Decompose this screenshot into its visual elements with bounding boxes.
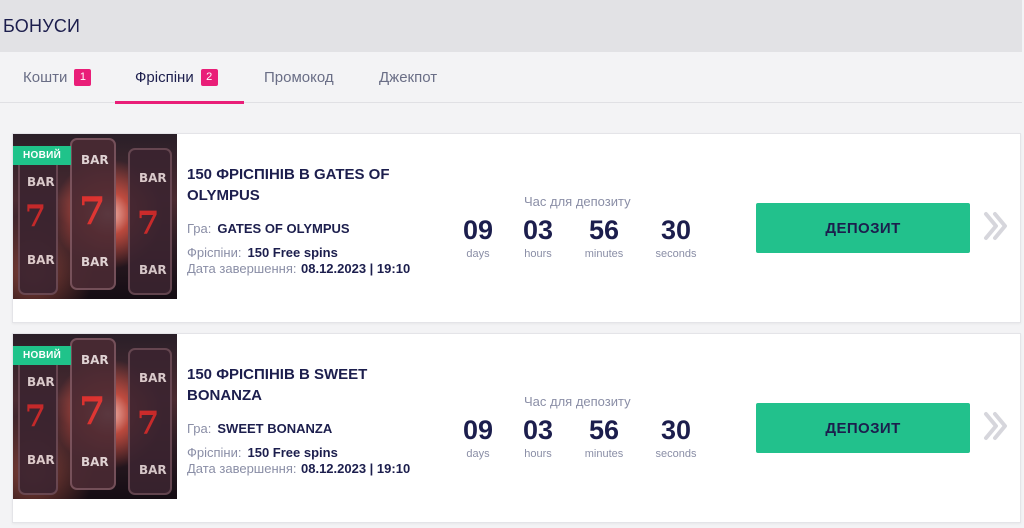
deposit-timer-label: Час для депозиту [524,194,631,209]
end-date-value: 08.12.2023 | 19:10 [301,261,411,276]
spins-label: Фріспіни: [187,445,242,460]
end-date-row: Дата завершення: 08.12.2023 | 19:10 [187,460,427,478]
page-title: БОНУСИ [3,16,81,36]
spins-value: 150 Free spins [247,245,338,260]
bonus-info: 150 ФРІСПІНІВ В GATES OF OLYMPUS Гра: GA… [187,164,427,278]
timer-hours-unit: hours [524,248,552,260]
timer-minutes-value: 56 [588,415,620,445]
timer-days-unit: days [466,248,490,260]
svg-text:BAR: BAR [139,171,167,185]
tab-label: Кошти [23,69,68,86]
svg-text:BAR: BAR [27,453,55,467]
new-badge: НОВИЙ [13,146,72,165]
game-label: Гра: [187,221,212,236]
tab-promocode[interactable]: Промокод [264,52,334,103]
tab-jackpot[interactable]: Джекпот [379,52,437,103]
timer-seconds-value: 30 [660,415,692,445]
end-date-label: Дата завершення: [187,261,297,276]
tab-label: Джекпот [379,69,438,86]
double-chevron-right-icon[interactable] [982,210,1008,242]
new-badge: НОВИЙ [13,346,72,365]
game-value: SWEET BONANZA [217,421,333,436]
deposit-timer-label: Час для депозиту [524,394,631,409]
game-row: Гра: GATES OF OLYMPUS [187,221,427,236]
timer-minutes-unit: minutes [584,248,624,260]
timer-hours: 03 hours [521,214,555,260]
timer-days-value: 09 [462,215,494,245]
deposit-button[interactable]: ДЕПОЗИТ [756,203,970,253]
timer-hours-unit: hours [524,448,552,460]
svg-text:BAR: BAR [139,371,167,385]
timer-minutes: 56 minutes [580,414,628,460]
svg-text:BAR: BAR [139,463,167,477]
tab-count-badge: 2 [200,69,218,86]
svg-text:7: 7 [25,199,46,234]
tab-count-badge: 1 [74,69,92,86]
svg-text:7: 7 [137,204,159,242]
bonus-tabs: Кошти 1 Фріспіни 2 Промокод Джекпот [0,52,1022,104]
tab-label: Фріспіни [135,69,194,86]
timer-minutes-unit: minutes [584,448,624,460]
timer-days: 09 days [461,214,495,260]
bonus-info: 150 ФРІСПІНІВ В SWEET BONANZA Гра: SWEET… [187,364,427,478]
slot-machine-image[interactable]: BAR 7 BAR BAR 7 BAR BAR 7 BAR НОВИЙ [13,334,177,499]
bonus-title: 150 ФРІСПІНІВ В SWEET BONANZA [187,366,368,404]
timer-days: 09 days [461,414,495,460]
svg-text:BAR: BAR [27,375,55,389]
game-value: GATES OF OLYMPUS [217,221,350,236]
timer-days-value: 09 [462,415,494,445]
spins-label: Фріспіни: [187,245,242,260]
timer-seconds-unit: seconds [655,448,697,460]
double-chevron-right-icon[interactable] [982,410,1008,442]
svg-text:BAR: BAR [139,263,167,277]
timer-seconds-value: 30 [660,215,692,245]
timer-hours: 03 hours [521,414,555,460]
svg-text:BAR: BAR [81,455,109,469]
slot-machine-image[interactable]: BAR 7 BAR BAR 7 BAR BAR 7 BAR НОВИЙ [13,134,177,299]
timer-minutes-value: 56 [588,215,620,245]
svg-text:7: 7 [79,388,105,433]
spins-row: Фріспіни: 150 Free spins [187,445,427,460]
page-header: БОНУСИ [0,0,1022,52]
svg-text:7: 7 [79,188,105,233]
game-label: Гра: [187,421,212,436]
timer-hours-value: 03 [522,415,554,445]
timer-minutes: 56 minutes [580,214,628,260]
timer-seconds: 30 seconds [652,414,700,460]
end-date-label: Дата завершення: [187,461,297,476]
svg-text:7: 7 [25,399,46,434]
timer-hours-value: 03 [522,215,554,245]
bonus-card: BAR 7 BAR BAR 7 BAR BAR 7 BAR НОВИЙ 150 … [12,133,1021,323]
svg-text:BAR: BAR [81,353,109,367]
timer-days-unit: days [466,448,490,460]
tab-funds[interactable]: Кошти 1 [23,52,92,103]
bonus-card: BAR 7 BAR BAR 7 BAR BAR 7 BAR НОВИЙ 150 … [12,333,1021,523]
svg-text:BAR: BAR [27,253,55,267]
game-row: Гра: SWEET BONANZA [187,421,427,436]
end-date-row: Дата завершення: 08.12.2023 | 19:10 [187,260,427,278]
end-date-value: 08.12.2023 | 19:10 [301,461,411,476]
svg-text:BAR: BAR [27,175,55,189]
svg-text:BAR: BAR [81,153,109,167]
bonus-title: 150 ФРІСПІНІВ В GATES OF OLYMPUS [187,166,390,204]
deposit-button[interactable]: ДЕПОЗИТ [756,403,970,453]
timer-seconds: 30 seconds [652,214,700,260]
svg-text:7: 7 [137,404,159,442]
spins-value: 150 Free spins [247,445,338,460]
spins-row: Фріспіни: 150 Free spins [187,245,427,260]
svg-text:BAR: BAR [81,255,109,269]
timer-seconds-unit: seconds [655,248,697,260]
tab-freespins[interactable]: Фріспіни 2 [115,52,244,104]
tab-label: Промокод [264,69,334,86]
